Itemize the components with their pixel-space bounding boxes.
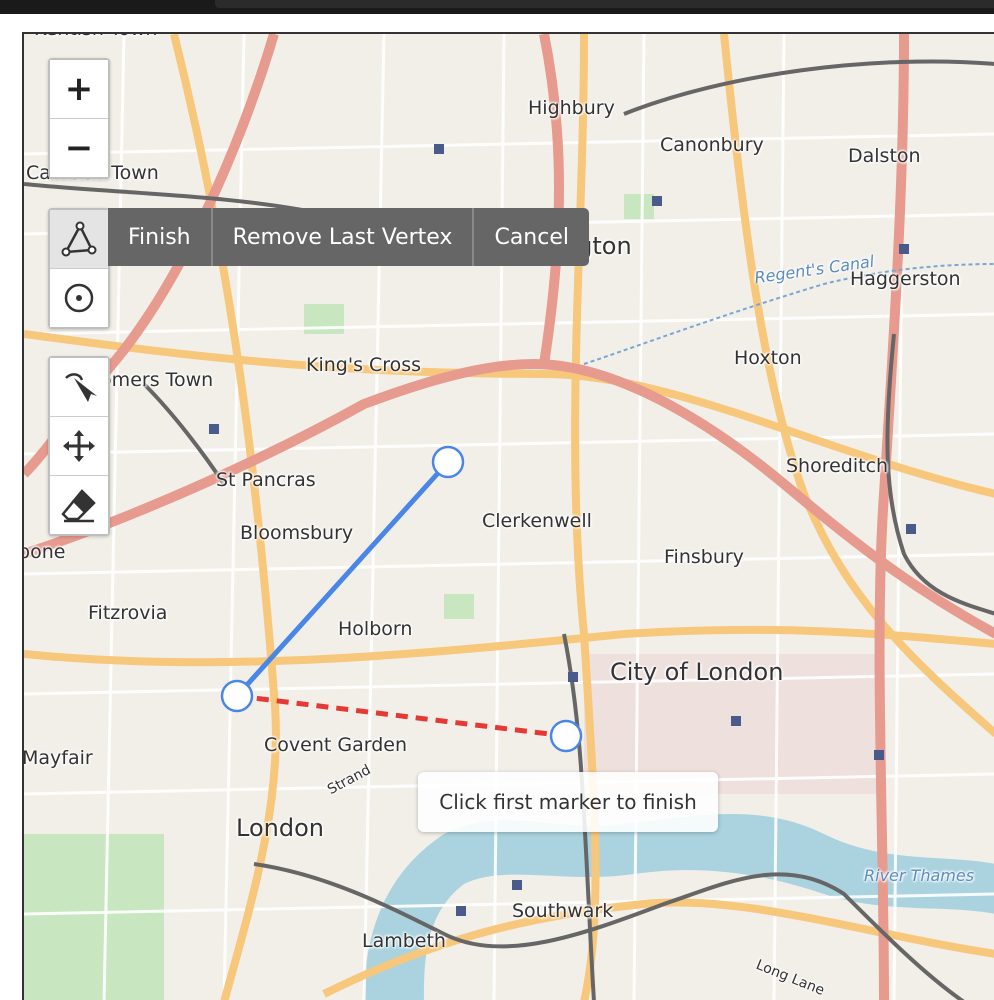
place-label-mayfair: Mayfair <box>22 747 93 769</box>
place-label-canonbury: Canonbury <box>660 134 764 156</box>
zoom-out-button[interactable]: − <box>50 119 108 177</box>
place-label-highbury: Highbury <box>528 97 615 119</box>
draw-polyline-button[interactable] <box>50 210 108 269</box>
place-label-london: London <box>236 814 324 842</box>
eraser-button[interactable] <box>50 476 108 534</box>
circle-marker-icon <box>64 283 94 313</box>
vertex-marker-last[interactable] <box>220 679 254 713</box>
draw-actions-bar: Finish Remove Last Vertex Cancel <box>108 208 589 266</box>
place-label-haggerston: Haggerston <box>850 268 961 290</box>
draw-tooltip: Click first marker to finish <box>418 772 718 832</box>
map-container[interactable]: Kentish Town Highbury Canonbury Dalston … <box>22 32 994 1000</box>
place-label-city-of-london: City of London <box>610 658 784 686</box>
guide-dashed-line <box>236 693 567 739</box>
finish-button[interactable]: Finish <box>108 208 211 266</box>
place-label-hoxton: Hoxton <box>734 347 802 369</box>
place-label-clerkenwell: Clerkenwell <box>482 510 592 532</box>
cursor-marker[interactable] <box>549 719 583 753</box>
vertex-marker-first[interactable] <box>431 445 465 479</box>
browser-top-bar <box>0 0 994 14</box>
place-label-kentish-town: Kentish Town <box>34 34 158 40</box>
move-icon <box>63 430 95 462</box>
place-label-shoreditch: Shoreditch <box>786 455 889 477</box>
zoom-control: + − <box>48 58 110 179</box>
place-label-dalston: Dalston <box>848 145 921 167</box>
browser-tab-strip <box>215 0 994 8</box>
cut-icon <box>65 373 97 402</box>
place-label-finsbury: Finsbury <box>664 546 744 568</box>
place-label-lambeth: Lambeth <box>362 930 446 952</box>
place-label-river-thames: River Thames <box>864 866 975 885</box>
cancel-button[interactable]: Cancel <box>472 208 589 266</box>
place-label-southwark: Southwark <box>512 900 614 922</box>
eraser-icon <box>61 489 96 523</box>
place-label-fitzrovia: Fitzrovia <box>88 602 168 624</box>
place-label-marylebone: Marylebone <box>24 541 66 563</box>
place-label-st-pancras: St Pancras <box>216 469 316 491</box>
cut-button[interactable] <box>50 358 108 417</box>
draw-toolbar <box>48 208 110 329</box>
edit-toolbar <box>48 356 110 536</box>
place-label-bloomsbury: Bloomsbury <box>240 522 354 544</box>
zoom-in-button[interactable]: + <box>50 60 108 119</box>
place-label-holborn: Holborn <box>338 618 413 640</box>
polyline-icon <box>61 221 97 257</box>
draw-circle-marker-button[interactable] <box>50 269 108 327</box>
place-label-kings-cross: King's Cross <box>306 354 422 376</box>
move-button[interactable] <box>50 417 108 476</box>
remove-last-vertex-button[interactable]: Remove Last Vertex <box>210 208 473 266</box>
place-label-covent-garden: Covent Garden <box>264 734 407 756</box>
